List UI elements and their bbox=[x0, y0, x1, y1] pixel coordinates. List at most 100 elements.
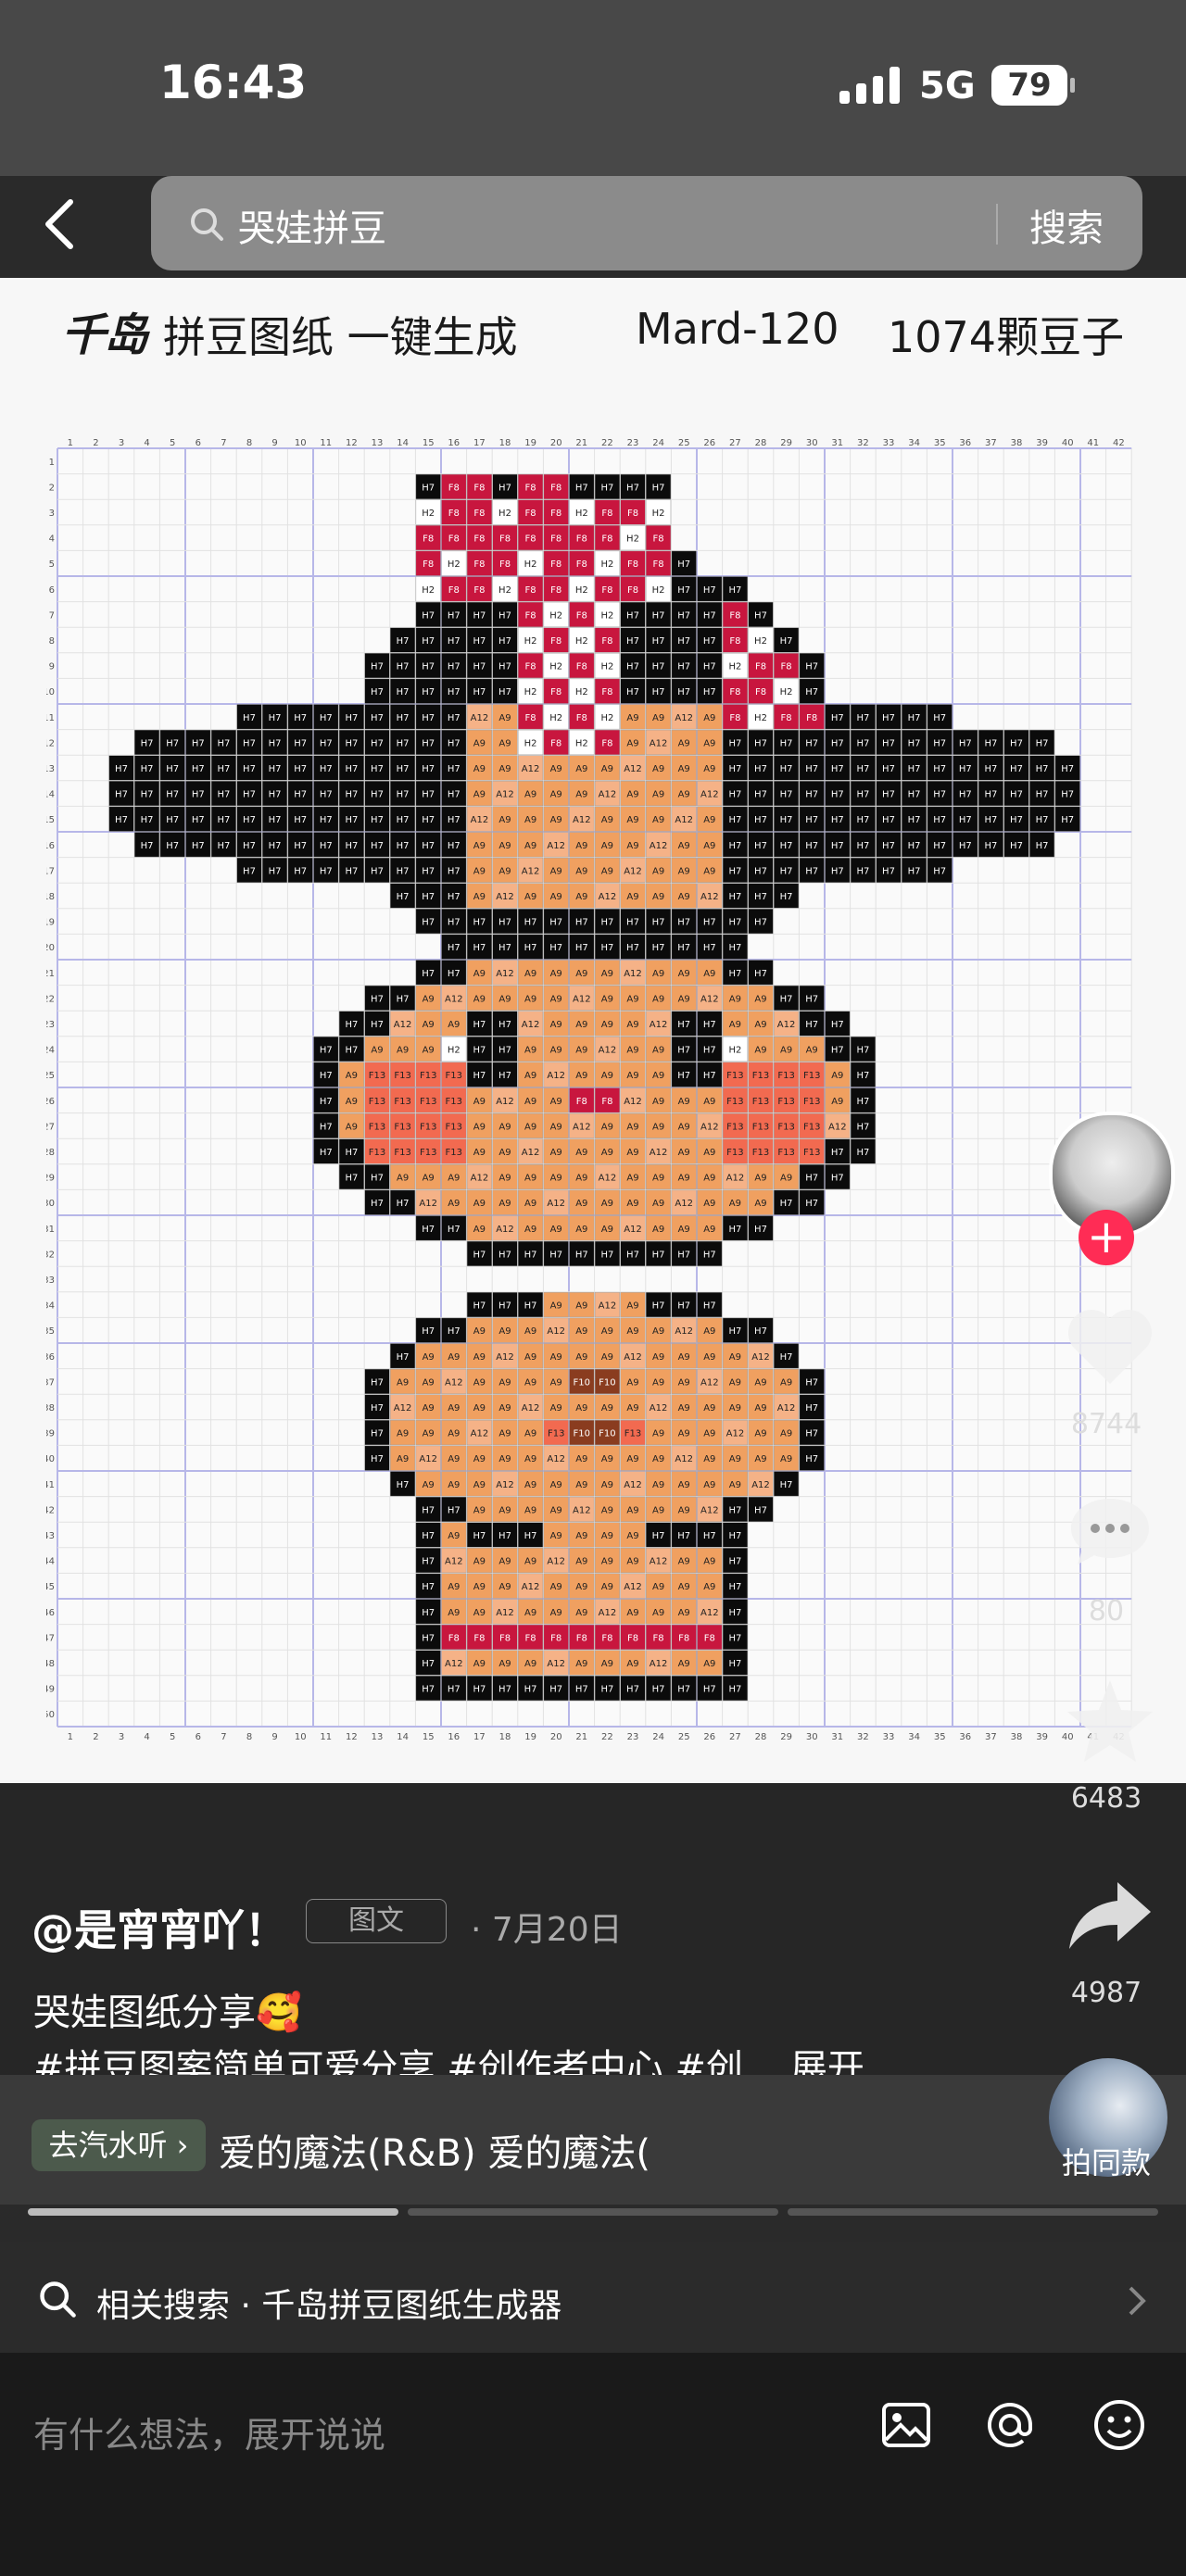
bead-code: A9 bbox=[703, 1199, 715, 1209]
column-number: 12 bbox=[346, 438, 358, 448]
column-number: 27 bbox=[729, 438, 741, 448]
bead-code: H7 bbox=[320, 713, 333, 723]
bead-code: H2 bbox=[600, 559, 613, 570]
bead-code: H7 bbox=[780, 892, 793, 902]
bead-code: A9 bbox=[498, 815, 511, 825]
bead-code: F8 bbox=[448, 509, 460, 519]
heart-icon[interactable] bbox=[1064, 1306, 1156, 1389]
bead-code: H7 bbox=[754, 1225, 767, 1235]
mention-icon[interactable] bbox=[982, 2397, 1038, 2453]
bead-code: H7 bbox=[269, 738, 282, 748]
bead-code: H7 bbox=[1010, 815, 1023, 825]
bead-code: A12 bbox=[573, 1505, 591, 1515]
bead-code: H7 bbox=[397, 662, 410, 672]
bead-code: H7 bbox=[524, 1250, 537, 1260]
bead-code: H7 bbox=[703, 918, 716, 928]
emoji-icon[interactable] bbox=[1091, 2397, 1147, 2453]
bead-code: H7 bbox=[728, 764, 741, 774]
bead-code: A9 bbox=[626, 1377, 638, 1388]
battery-icon: 79 bbox=[991, 65, 1075, 106]
bead-code: A12 bbox=[522, 1582, 540, 1592]
bead-code: H7 bbox=[141, 841, 154, 851]
bead-code: F13 bbox=[369, 1071, 385, 1081]
bead-code: H7 bbox=[1036, 841, 1049, 851]
bead-code: H7 bbox=[933, 841, 946, 851]
bead-code: A9 bbox=[601, 1659, 613, 1669]
bead-code: A9 bbox=[601, 1480, 613, 1490]
bead-code: A9 bbox=[780, 1046, 792, 1056]
search-input[interactable]: 哭娃拼豆 bbox=[238, 198, 386, 252]
bead-code: F13 bbox=[369, 1097, 385, 1107]
bead-code: A9 bbox=[473, 1608, 486, 1618]
bead-code: H7 bbox=[397, 636, 410, 647]
bead-code: A9 bbox=[729, 1454, 741, 1464]
bead-code: H7 bbox=[371, 662, 384, 672]
bead-code: H7 bbox=[448, 687, 461, 697]
music-name[interactable]: 爱的魔法(R&B) 爱的魔法( bbox=[219, 2123, 682, 2177]
bead-code: H7 bbox=[933, 866, 946, 876]
column-number: 2 bbox=[93, 1732, 98, 1742]
bead-code: A9 bbox=[703, 1454, 715, 1464]
bead-code: A12 bbox=[599, 1046, 617, 1056]
bead-code: A9 bbox=[346, 1122, 358, 1132]
column-number: 32 bbox=[857, 1732, 869, 1742]
bead-code: A12 bbox=[726, 1429, 745, 1439]
comment-input[interactable]: 有什么想法，展开说说 bbox=[33, 2406, 385, 2457]
bead-code: F8 bbox=[448, 585, 460, 596]
bead-code: H7 bbox=[243, 713, 256, 723]
bead-code: A9 bbox=[524, 815, 536, 825]
bead-code: A9 bbox=[703, 1326, 715, 1337]
bead-code: H7 bbox=[856, 1122, 869, 1132]
bead-code: A9 bbox=[678, 1377, 690, 1388]
comment-icon[interactable] bbox=[1064, 1491, 1156, 1575]
bead-code: A9 bbox=[780, 1454, 792, 1464]
bead-code: H7 bbox=[371, 1377, 384, 1388]
share-icon[interactable] bbox=[1064, 1873, 1156, 1956]
bead-code: A9 bbox=[601, 815, 613, 825]
author-name[interactable]: @是宵宵吖！ bbox=[32, 1897, 287, 1958]
bead-code: H7 bbox=[805, 764, 818, 774]
search-button[interactable]: 搜索 bbox=[1029, 198, 1104, 252]
bead-code: F13 bbox=[777, 1097, 794, 1107]
bead-code: A9 bbox=[448, 1429, 460, 1439]
bead-code: H7 bbox=[1061, 764, 1074, 774]
bead-code: H2 bbox=[448, 559, 461, 570]
page-indicator bbox=[788, 2208, 1158, 2216]
column-number: 14 bbox=[397, 1732, 409, 1742]
pattern-model: Mard-120 bbox=[636, 304, 839, 354]
image-icon[interactable] bbox=[880, 2399, 932, 2451]
bead-code: H7 bbox=[728, 1557, 741, 1567]
related-search-text[interactable]: 相关搜索 · 千岛拼豆图纸生成器 bbox=[96, 2279, 561, 2327]
bead-code: A9 bbox=[423, 1174, 435, 1184]
bead-code: A9 bbox=[473, 1377, 486, 1388]
bead-code: A9 bbox=[524, 1122, 536, 1132]
bead-code: A9 bbox=[524, 1199, 536, 1209]
bead-code: A9 bbox=[678, 1659, 690, 1669]
follow-plus-icon[interactable]: + bbox=[1079, 1210, 1134, 1265]
same-style-label[interactable]: 拍同款 bbox=[1051, 2140, 1162, 2182]
column-number: 20 bbox=[550, 1732, 562, 1742]
bead-code: A9 bbox=[626, 1148, 638, 1158]
bead-code: A12 bbox=[700, 994, 719, 1004]
bead-code: A12 bbox=[624, 1582, 642, 1592]
column-number: 10 bbox=[295, 1732, 307, 1742]
bead-code: A9 bbox=[678, 1480, 690, 1490]
column-number: 36 bbox=[959, 1732, 971, 1742]
music-app-tag[interactable]: 去汽水听 › bbox=[32, 2119, 206, 2171]
bead-code: F13 bbox=[420, 1071, 436, 1081]
bead-code: A12 bbox=[726, 1174, 745, 1184]
column-number: 11 bbox=[320, 438, 332, 448]
bead-code: A9 bbox=[729, 1377, 741, 1388]
star-icon[interactable] bbox=[1064, 1677, 1156, 1766]
row-number: 45 bbox=[46, 1582, 55, 1592]
bead-code: A9 bbox=[601, 994, 613, 1004]
bead-code: A12 bbox=[496, 1225, 514, 1235]
bead-code: A9 bbox=[601, 1582, 613, 1592]
bead-code: H7 bbox=[192, 790, 205, 800]
bead-code: H7 bbox=[933, 764, 946, 774]
bead-code: A12 bbox=[547, 1071, 565, 1081]
search-bar[interactable]: 哭娃拼豆 搜索 bbox=[151, 176, 1142, 270]
back-arrow-icon[interactable] bbox=[41, 196, 82, 252]
bead-code: F8 bbox=[550, 738, 561, 748]
bead-code: H7 bbox=[473, 1046, 486, 1056]
